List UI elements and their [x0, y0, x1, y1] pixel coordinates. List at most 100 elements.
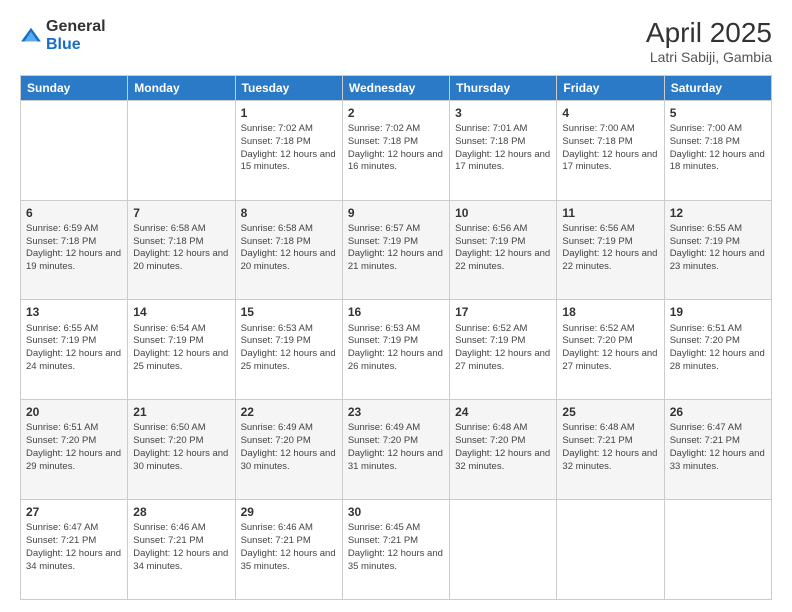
day-info: Sunrise: 6:48 AMSunset: 7:20 PMDaylight:… — [455, 422, 551, 473]
day-info: Sunrise: 7:02 AMSunset: 7:18 PMDaylight:… — [241, 123, 337, 174]
calendar-cell: 5 Sunrise: 7:00 AMSunset: 7:18 PMDaylight… — [664, 100, 771, 200]
day-info: Sunrise: 6:53 AMSunset: 7:19 PMDaylight:… — [241, 323, 337, 374]
title-block: April 2025 Latri Sabiji, Gambia — [646, 18, 772, 65]
day-number: 1 — [241, 105, 337, 121]
calendar-cell: 15 Sunrise: 6:53 AMSunset: 7:19 PMDayligh… — [235, 300, 342, 400]
calendar-cell: 8 Sunrise: 6:58 AMSunset: 7:18 PMDaylight… — [235, 200, 342, 300]
day-info: Sunrise: 6:46 AMSunset: 7:21 PMDaylight:… — [133, 522, 229, 573]
calendar-cell: 7 Sunrise: 6:58 AMSunset: 7:18 PMDaylight… — [128, 200, 235, 300]
day-number: 11 — [562, 205, 658, 221]
calendar-cell: 3 Sunrise: 7:01 AMSunset: 7:18 PMDaylight… — [450, 100, 557, 200]
day-number: 27 — [26, 504, 122, 520]
weekday-header-row: SundayMondayTuesdayWednesdayThursdayFrid… — [21, 75, 772, 100]
calendar-cell: 4 Sunrise: 7:00 AMSunset: 7:18 PMDaylight… — [557, 100, 664, 200]
calendar-cell: 24 Sunrise: 6:48 AMSunset: 7:20 PMDayligh… — [450, 400, 557, 500]
day-info: Sunrise: 6:56 AMSunset: 7:19 PMDaylight:… — [562, 223, 658, 274]
day-number: 15 — [241, 304, 337, 320]
day-number: 9 — [348, 205, 444, 221]
day-number: 24 — [455, 404, 551, 420]
calendar-cell: 18Sunrise: 6:52 AMSunset: 7:20 PMDayligh… — [557, 300, 664, 400]
calendar-cell — [21, 100, 128, 200]
day-info: Sunrise: 6:58 AMSunset: 7:18 PMDaylight:… — [241, 223, 337, 274]
day-info: Sunrise: 6:47 AMSunset: 7:21 PMDaylight:… — [26, 522, 122, 573]
calendar-cell: 29Sunrise: 6:46 AMSunset: 7:21 PMDayligh… — [235, 500, 342, 600]
calendar-cell: 12Sunrise: 6:55 AMSunset: 7:19 PMDayligh… — [664, 200, 771, 300]
day-info: Sunrise: 6:54 AMSunset: 7:19 PMDaylight:… — [133, 323, 229, 374]
day-info: Sunrise: 6:46 AMSunset: 7:21 PMDaylight:… — [241, 522, 337, 573]
calendar-cell: 16Sunrise: 6:53 AMSunset: 7:19 PMDayligh… — [342, 300, 449, 400]
weekday-header-sunday: Sunday — [21, 75, 128, 100]
logo-blue: Blue — [46, 36, 81, 53]
day-number: 7 — [133, 205, 229, 221]
week-row-5: 27 Sunrise: 6:47 AMSunset: 7:21 PMDayligh… — [21, 500, 772, 600]
subtitle: Latri Sabiji, Gambia — [646, 49, 772, 65]
weekday-header-saturday: Saturday — [664, 75, 771, 100]
day-info: Sunrise: 6:50 AMSunset: 7:20 PMDaylight:… — [133, 422, 229, 473]
day-info: Sunrise: 6:57 AMSunset: 7:19 PMDaylight:… — [348, 223, 444, 274]
main-title: April 2025 — [646, 18, 772, 49]
day-info: Sunrise: 6:52 AMSunset: 7:20 PMDaylight:… — [562, 323, 658, 374]
calendar-cell: 6 Sunrise: 6:59 AMSunset: 7:18 PMDaylight… — [21, 200, 128, 300]
day-number: 10 — [455, 205, 551, 221]
calendar-cell: 1 Sunrise: 7:02 AMSunset: 7:18 PMDaylight… — [235, 100, 342, 200]
day-info: Sunrise: 6:56 AMSunset: 7:19 PMDaylight:… — [455, 223, 551, 274]
calendar-cell: 2Sunrise: 7:02 AMSunset: 7:18 PMDaylight… — [342, 100, 449, 200]
day-number: 6 — [26, 205, 122, 221]
day-info: Sunrise: 6:45 AMSunset: 7:21 PMDaylight:… — [348, 522, 444, 573]
calendar-cell: 23 Sunrise: 6:49 AMSunset: 7:20 PMDayligh… — [342, 400, 449, 500]
page: General Blue April 2025 Latri Sabiji, Ga… — [0, 0, 792, 612]
day-info: Sunrise: 6:51 AMSunset: 7:20 PMDaylight:… — [26, 422, 122, 473]
day-number: 17 — [455, 304, 551, 320]
day-number: 19 — [670, 304, 766, 320]
day-number: 5 — [670, 105, 766, 121]
calendar-cell: 26Sunrise: 6:47 AMSunset: 7:21 PMDayligh… — [664, 400, 771, 500]
header: General Blue April 2025 Latri Sabiji, Ga… — [20, 18, 772, 65]
day-info: Sunrise: 6:55 AMSunset: 7:19 PMDaylight:… — [26, 323, 122, 374]
week-row-3: 13Sunrise: 6:55 AMSunset: 7:19 PMDayligh… — [21, 300, 772, 400]
day-number: 14 — [133, 304, 229, 320]
week-row-2: 6 Sunrise: 6:59 AMSunset: 7:18 PMDaylight… — [21, 200, 772, 300]
logo: General Blue — [20, 18, 106, 53]
day-number: 21 — [133, 404, 229, 420]
day-number: 22 — [241, 404, 337, 420]
day-number: 4 — [562, 105, 658, 121]
logo-icon — [20, 25, 42, 47]
day-number: 28 — [133, 504, 229, 520]
day-info: Sunrise: 7:01 AMSunset: 7:18 PMDaylight:… — [455, 123, 551, 174]
day-info: Sunrise: 6:51 AMSunset: 7:20 PMDaylight:… — [670, 323, 766, 374]
weekday-header-friday: Friday — [557, 75, 664, 100]
day-number: 8 — [241, 205, 337, 221]
day-info: Sunrise: 6:49 AMSunset: 7:20 PMDaylight:… — [241, 422, 337, 473]
calendar-cell: 28 Sunrise: 6:46 AMSunset: 7:21 PMDayligh… — [128, 500, 235, 600]
weekday-header-tuesday: Tuesday — [235, 75, 342, 100]
calendar-cell: 22 Sunrise: 6:49 AMSunset: 7:20 PMDayligh… — [235, 400, 342, 500]
calendar-cell — [128, 100, 235, 200]
day-number: 2 — [348, 105, 444, 121]
logo-text: General Blue — [46, 18, 106, 53]
calendar-cell: 19 Sunrise: 6:51 AMSunset: 7:20 PMDayligh… — [664, 300, 771, 400]
day-info: Sunrise: 6:47 AMSunset: 7:21 PMDaylight:… — [670, 422, 766, 473]
calendar-cell: 17 Sunrise: 6:52 AMSunset: 7:19 PMDayligh… — [450, 300, 557, 400]
day-info: Sunrise: 6:49 AMSunset: 7:20 PMDaylight:… — [348, 422, 444, 473]
day-info: Sunrise: 7:00 AMSunset: 7:18 PMDaylight:… — [562, 123, 658, 174]
weekday-header-wednesday: Wednesday — [342, 75, 449, 100]
calendar-cell — [557, 500, 664, 600]
calendar-cell — [450, 500, 557, 600]
day-number: 20 — [26, 404, 122, 420]
weekday-header-thursday: Thursday — [450, 75, 557, 100]
calendar-cell: 27 Sunrise: 6:47 AMSunset: 7:21 PMDayligh… — [21, 500, 128, 600]
calendar-cell: 9 Sunrise: 6:57 AMSunset: 7:19 PMDaylight… — [342, 200, 449, 300]
day-number: 12 — [670, 205, 766, 221]
day-info: Sunrise: 6:59 AMSunset: 7:18 PMDaylight:… — [26, 223, 122, 274]
calendar-cell: 13Sunrise: 6:55 AMSunset: 7:19 PMDayligh… — [21, 300, 128, 400]
calendar-cell — [664, 500, 771, 600]
day-info: Sunrise: 7:00 AMSunset: 7:18 PMDaylight:… — [670, 123, 766, 174]
day-info: Sunrise: 6:58 AMSunset: 7:18 PMDaylight:… — [133, 223, 229, 274]
calendar-cell: 21 Sunrise: 6:50 AMSunset: 7:20 PMDayligh… — [128, 400, 235, 500]
calendar-cell: 14 Sunrise: 6:54 AMSunset: 7:19 PMDayligh… — [128, 300, 235, 400]
calendar-cell: 10 Sunrise: 6:56 AMSunset: 7:19 PMDayligh… — [450, 200, 557, 300]
day-number: 3 — [455, 105, 551, 121]
calendar-cell: 20 Sunrise: 6:51 AMSunset: 7:20 PMDayligh… — [21, 400, 128, 500]
day-number: 23 — [348, 404, 444, 420]
day-info: Sunrise: 6:52 AMSunset: 7:19 PMDaylight:… — [455, 323, 551, 374]
